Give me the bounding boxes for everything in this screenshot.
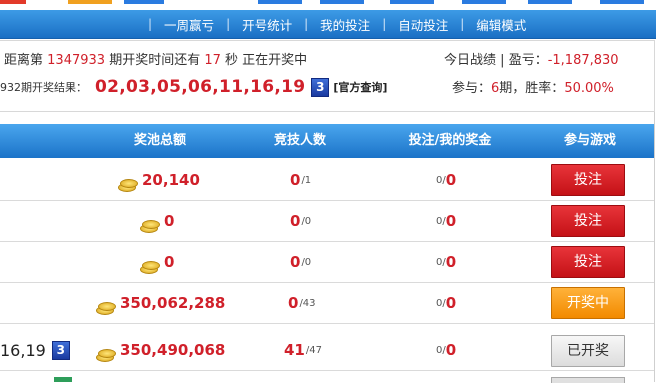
participants-cell: 41/47 [284,330,322,370]
bet-cell: 0/0 [436,160,456,200]
top-color-strip [0,0,662,8]
last-result-badge: 3 [51,340,70,360]
bet-cell: 0/0 [436,201,456,241]
header-participants: 竞技人数 [273,133,326,148]
nav-weekly-profit[interactable]: 一周赢亏 [152,15,226,34]
bet-amount: 0/ [436,297,446,309]
previous-result-numbers: 02,03,05,06,11,16,19 [95,77,306,97]
bet-button[interactable]: 投注 [551,164,625,196]
previous-result-label: 期开奖结果： [21,81,87,94]
pool-cell: 350,062,288 [96,283,225,323]
participants-count: 0 [288,294,299,312]
official-query-link[interactable]: [官方查询] [333,79,387,95]
drawn-button[interactable]: 已开奖 [551,335,625,367]
coin-icon [140,259,160,274]
participants-total: /43 [299,297,316,309]
previous-issue-number: 932 [0,80,21,94]
participants-cell: 0/1 [290,160,311,200]
participate-label: 参与： [452,81,492,96]
pool-amount: 20,140 [142,171,200,189]
bet-cell: 0/0 [436,283,456,323]
next-row-partial [0,377,654,383]
previous-result-line: 932 期开奖结果： 02,03,05,06,11,16,19 3 [官方查询] [0,77,387,97]
countdown-mid: 期开奖时间还有 [109,53,201,68]
table-row: 350,062,288 0/43 0/0 开奖中 [0,283,654,324]
participants-total: /1 [301,174,312,186]
participants-total: /0 [301,256,312,268]
participants-total: /47 [305,344,322,356]
bet-amount: 0/ [436,344,446,356]
participants-count: 41 [284,341,305,359]
participants-cell: 0/43 [288,283,316,323]
nav-my-bets[interactable]: 我的投注 [308,15,382,34]
table-row: 20,140 0/1 0/0 投注 [0,160,654,201]
drawing-button[interactable]: 开奖中 [551,287,625,319]
draw-info-panel: 距离第 1347933 期开奖时间还有 17 秒 正在开奖中 932 期开奖结果… [0,40,655,112]
pool-amount: 0 [164,253,175,271]
coin-icon [96,300,116,315]
last-result-numbers: 16,19 [0,340,46,360]
pool-cell: 0 [140,201,174,241]
participation-summary: 参与：6期，胜率：50.00% [452,77,614,96]
participants-count: 0 [290,253,301,271]
pool-amount: 0 [164,212,175,230]
periods-unit: 期，胜率： [499,81,565,96]
coin-icon [96,347,116,362]
bonus-amount: 0 [445,341,457,359]
countdown-suffix: 秒 正在开奖中 [225,53,308,68]
table-row: 0 0/0 0/0 投注 [0,201,654,242]
result-special-badge: 3 [311,77,330,97]
pool-cell: 350,490,068 [96,330,225,370]
bonus-amount: 0 [445,294,457,312]
bet-button[interactable]: 投注 [551,205,625,237]
coin-icon [118,177,138,192]
pool-amount: 350,490,068 [120,341,226,359]
participants-cell: 0/0 [290,242,311,282]
bet-cell: 0/0 [436,242,456,282]
pool-amount: 350,062,288 [120,294,226,312]
pool-cell: 0 [140,242,174,282]
coin-icon [140,218,160,233]
bonus-amount: 0 [445,171,457,189]
bonus-amount: 0 [445,212,457,230]
bet-amount: 0/ [436,215,446,227]
countdown-prefix: 距离第 [4,53,44,68]
current-issue-number: 1347933 [47,53,106,68]
table-header: 奖池总额 竞技人数 投注/我的奖金 参与游戏 [0,124,654,158]
last-result-partial: 16,19 3 [0,330,70,370]
participants-cell: 0/0 [290,201,311,241]
nav-auto-bet[interactable]: 自动投注 [386,15,460,34]
today-record-separator: | [500,53,505,68]
bet-button[interactable]: 投注 [551,246,625,278]
participants-count: 0 [290,212,301,230]
profit-label: 盈亏： [508,53,548,68]
nav-number-stats[interactable]: 开号统计 [230,15,304,34]
nav-edit-mode[interactable]: 编辑模式 [464,15,538,34]
countdown-line: 距离第 1347933 期开奖时间还有 17 秒 正在开奖中 [4,49,307,68]
table-row: 16,19 3 350,490,068 41/47 0/0 已开奖 [0,330,654,371]
top-nav-bar: | 一周赢亏 | 开号统计 | 我的投注 | 自动投注 | 编辑模式 [0,10,656,39]
pool-cell: 20,140 [118,160,200,200]
today-record-label: 今日战绩 [444,53,497,68]
header-join-game: 参与游戏 [563,133,616,148]
bet-amount: 0/ [436,174,446,186]
participants-count: 0 [290,171,301,189]
win-rate: 50.00% [564,81,614,96]
header-bet-bonus: 投注/我的奖金 [408,133,492,148]
right-border [654,112,655,382]
participants-total: /0 [301,215,312,227]
bet-amount: 0/ [436,256,446,268]
profit-value: -1,187,830 [547,53,619,68]
table-row: 0 0/0 0/0 投注 [0,242,654,283]
today-record: 今日战绩 | 盈亏：-1,187,830 [444,49,619,68]
bonus-amount: 0 [445,253,457,271]
bet-cell: 0/0 [436,330,456,370]
countdown-seconds: 17 [204,53,221,68]
header-pool-total: 奖池总额 [133,133,186,148]
